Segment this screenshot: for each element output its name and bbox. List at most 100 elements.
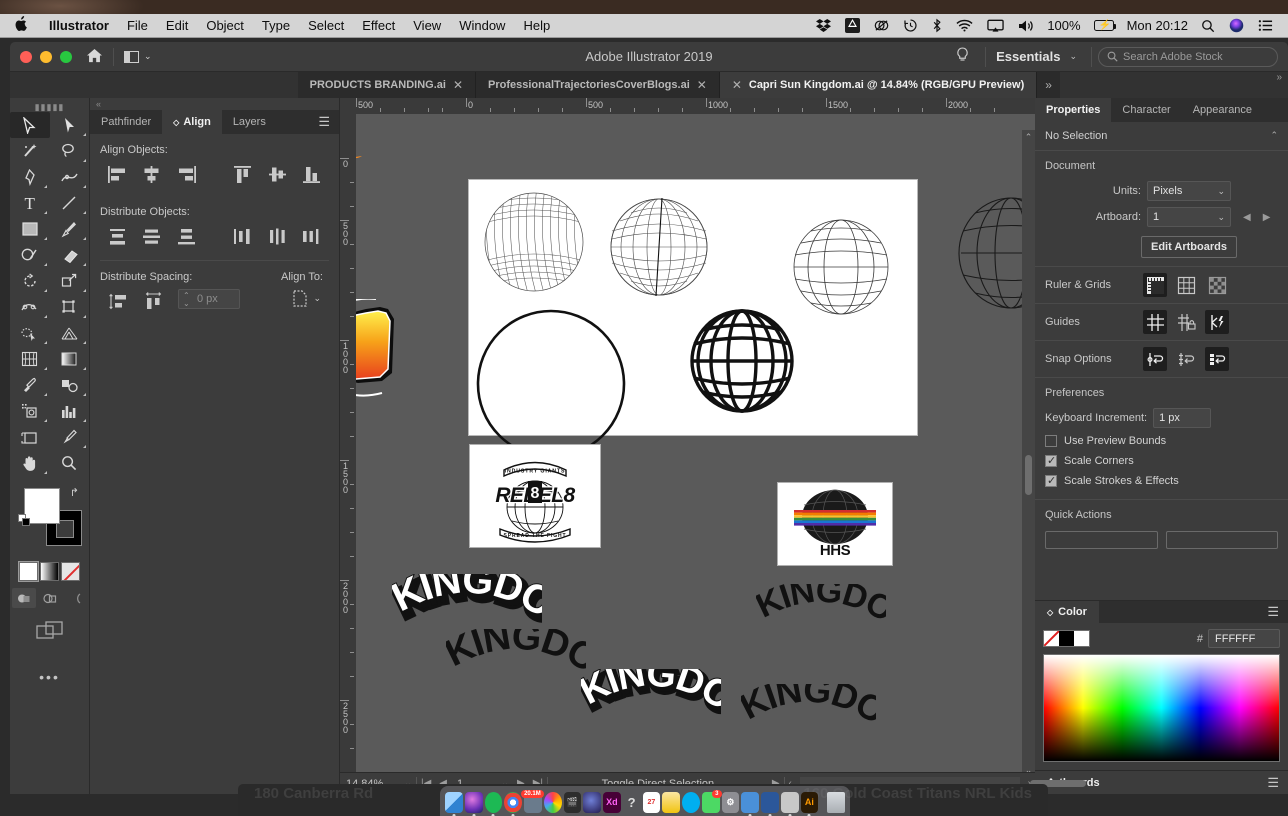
word-icon[interactable] xyxy=(761,791,779,816)
books-icon[interactable] xyxy=(780,791,799,816)
eyedropper-tool[interactable] xyxy=(10,372,50,398)
perspective-grid-tool[interactable] xyxy=(50,320,90,346)
shape-builder-tool[interactable] xyxy=(10,320,50,346)
none-fill-mode-button[interactable] xyxy=(61,562,80,581)
use-preview-bounds-checkbox[interactable]: Use Preview Bounds xyxy=(1035,431,1288,451)
scrollbar-thumb[interactable] xyxy=(1025,455,1032,495)
tab-align[interactable]: ◇ Align xyxy=(162,110,222,134)
gradient-tool[interactable] xyxy=(50,346,90,372)
quick-action-button-1[interactable] xyxy=(1045,531,1158,549)
direct-selection-tool[interactable] xyxy=(50,112,90,138)
color-fill-mode-button[interactable] xyxy=(18,561,39,582)
volume-icon[interactable] xyxy=(1011,19,1041,33)
skype-icon[interactable] xyxy=(682,791,700,813)
tab-capri-sun-kingdom[interactable]: ✕ Capri Sun Kingdom.ai @ 14.84% (RGB/GPU… xyxy=(719,72,1038,98)
horizontal-ruler[interactable]: 500 0 500 1000 1500 2000 xyxy=(340,98,1035,114)
finder-icon[interactable] xyxy=(445,791,463,816)
trash-icon[interactable] xyxy=(827,791,846,813)
width-tool[interactable] xyxy=(10,294,50,320)
home-icon[interactable] xyxy=(86,48,103,66)
edit-artboards-button[interactable]: Edit Artboards xyxy=(1141,236,1237,258)
distribute-horizontal-spacing-button[interactable] xyxy=(136,289,172,313)
time-machine-icon[interactable] xyxy=(896,18,925,33)
smart-guides-icon[interactable] xyxy=(1205,310,1229,334)
units-select[interactable]: Pixels ⌄ xyxy=(1147,181,1231,201)
chrome-icon[interactable] xyxy=(504,791,522,816)
spotify-icon[interactable] xyxy=(484,791,503,816)
distribute-spacing-input[interactable]: ⌃ ⌄ 0 px xyxy=(178,289,240,309)
white-swatch[interactable] xyxy=(1074,631,1089,646)
close-icon[interactable]: ✕ xyxy=(453,78,463,92)
distribute-vertical-spacing-button[interactable] xyxy=(100,289,136,313)
black-swatch[interactable] xyxy=(1059,631,1074,646)
sphere-latitude-lines[interactable] xyxy=(791,217,891,317)
edit-toolbar-button[interactable]: ••• xyxy=(10,669,89,685)
airmail-icon[interactable] xyxy=(741,791,759,816)
spotlight-search-icon[interactable] xyxy=(1194,19,1222,33)
menu-effect[interactable]: Effect xyxy=(353,18,404,33)
tab-pathfinder[interactable]: Pathfinder xyxy=(90,110,162,134)
tab-professional-trajectories[interactable]: ProfessionalTrajectoriesCoverBlogs.ai ✕ xyxy=(476,72,720,98)
artboard-tool[interactable] xyxy=(10,424,50,450)
menu-object[interactable]: Object xyxy=(197,18,253,33)
eraser-tool[interactable] xyxy=(50,242,90,268)
dropbox-icon[interactable] xyxy=(809,18,838,33)
type-tool[interactable]: T xyxy=(10,190,50,216)
menu-view[interactable]: View xyxy=(404,18,450,33)
vertical-ruler[interactable]: 0 500 1000 1500 2000 2500 xyxy=(340,114,356,794)
bluetooth-icon[interactable] xyxy=(925,18,949,33)
swap-fill-stroke-icon[interactable]: ↱ xyxy=(70,486,79,499)
sphere-grid-bold[interactable] xyxy=(689,308,795,414)
rebel-eight-logo-tile[interactable]: INDUSTRY GIANTS SPREAD THE FIGHT REBEL8 … xyxy=(469,444,601,548)
tab-properties[interactable]: Properties xyxy=(1035,98,1112,122)
discover-bulb-icon[interactable] xyxy=(946,46,979,67)
align-horizontal-center-button[interactable] xyxy=(135,162,170,186)
paintbrush-tool[interactable] xyxy=(50,216,90,242)
panel-menu-icon[interactable]: ☰ xyxy=(309,110,339,134)
menu-help[interactable]: Help xyxy=(514,18,559,33)
canvas-surface[interactable]: INDUSTRY GIANTS SPREAD THE FIGHT REBEL8 … xyxy=(356,114,1035,794)
menu-window[interactable]: Window xyxy=(450,18,514,33)
color-spectrum-picker[interactable] xyxy=(1043,654,1280,762)
column-graph-tool[interactable] xyxy=(50,398,90,424)
quick-action-button-2[interactable] xyxy=(1165,531,1278,549)
after-effects-icon[interactable] xyxy=(583,791,601,813)
calendar-icon[interactable]: 27 xyxy=(642,791,661,813)
symbol-sprayer-tool[interactable] xyxy=(10,398,50,424)
notification-center-icon[interactable] xyxy=(1251,19,1280,32)
photo-app-icon[interactable]: 20.1M xyxy=(521,789,544,813)
stepper-icon[interactable]: ⌃ ⌄ xyxy=(183,292,190,308)
scale-tool[interactable] xyxy=(50,268,90,294)
align-bottom-edges-button[interactable] xyxy=(294,162,329,186)
show-transparency-grid-icon[interactable] xyxy=(1205,273,1229,297)
sphere-fine-mesh-clipped[interactable] xyxy=(483,191,585,293)
menu-select[interactable]: Select xyxy=(299,18,353,33)
show-grid-icon[interactable] xyxy=(1174,273,1198,297)
panel-menu-icon[interactable]: ☰ xyxy=(1258,604,1288,620)
none-swatch[interactable] xyxy=(1044,631,1059,646)
google-drive-icon[interactable] xyxy=(838,18,867,33)
artboard-1[interactable] xyxy=(468,179,918,459)
previous-artboard-icon[interactable]: ◀ xyxy=(1243,212,1251,223)
kingdom-arched-black-2[interactable]: KINGDOM xyxy=(756,584,886,659)
tab-character[interactable]: Character xyxy=(1111,98,1181,122)
ruler-corner[interactable] xyxy=(340,98,356,114)
adobe-xd-icon[interactable]: Xd xyxy=(603,791,621,813)
panel-collapse-icon[interactable]: « xyxy=(90,98,339,110)
lock-guides-icon[interactable] xyxy=(1174,310,1198,334)
scroll-up-icon[interactable]: ⌃ xyxy=(1270,130,1278,142)
selection-tool[interactable] xyxy=(10,112,50,138)
align-vertical-center-button[interactable] xyxy=(260,162,295,186)
airplay-icon[interactable] xyxy=(980,19,1011,33)
tab-color[interactable]: ◇ Color xyxy=(1035,601,1099,623)
menu-file[interactable]: File xyxy=(118,18,157,33)
right-panel-collapse-icon[interactable]: » xyxy=(1059,72,1288,98)
slice-tool[interactable] xyxy=(50,424,90,450)
scroll-up-icon[interactable]: ⌃ xyxy=(1022,132,1035,143)
adobe-stock-search-input[interactable]: Search Adobe Stock xyxy=(1098,46,1278,67)
menu-illustrator[interactable]: Illustrator xyxy=(40,18,118,33)
line-segment-tool[interactable] xyxy=(50,190,90,216)
scale-corners-checkbox[interactable]: Scale Corners xyxy=(1035,451,1288,471)
kingdom-arched-white-2[interactable]: KINGDOM KINGDOM xyxy=(581,669,721,749)
menu-type[interactable]: Type xyxy=(253,18,299,33)
